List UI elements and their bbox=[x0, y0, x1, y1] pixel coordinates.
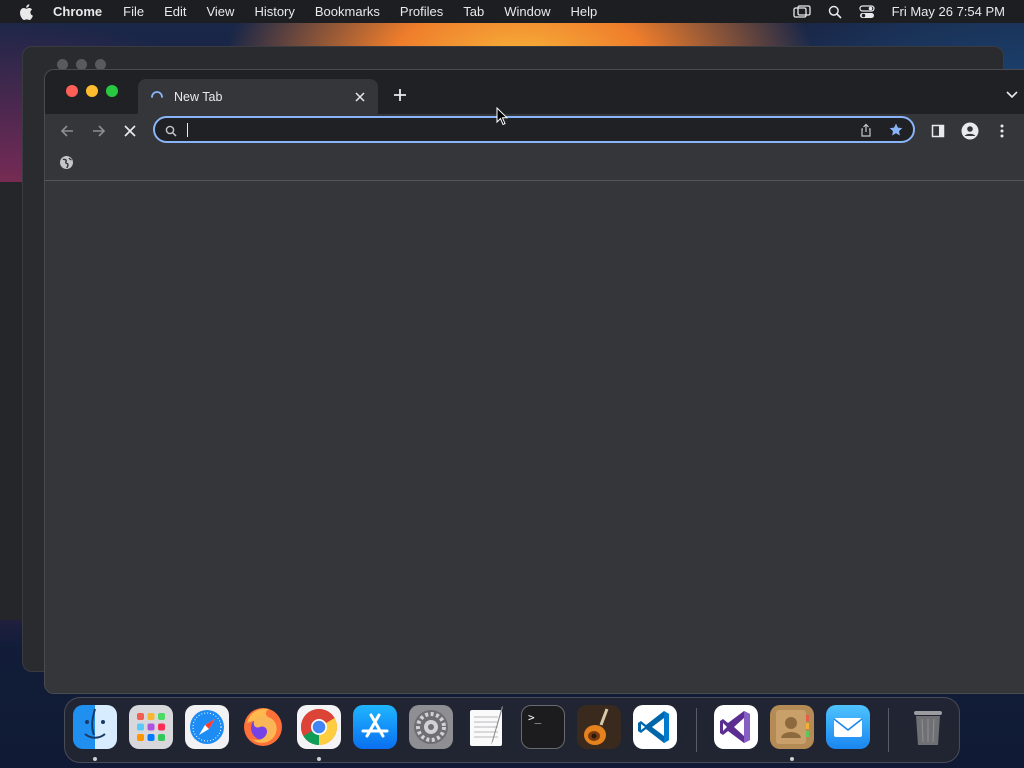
launchpad-icon[interactable] bbox=[129, 705, 173, 749]
screen-mirroring-icon[interactable] bbox=[792, 4, 811, 19]
forward-button[interactable] bbox=[90, 122, 108, 140]
close-window-button[interactable] bbox=[66, 85, 78, 97]
tab-search-chevron-icon[interactable] bbox=[1005, 88, 1019, 100]
close-tab-icon[interactable] bbox=[352, 89, 368, 105]
system-preferences-icon[interactable] bbox=[409, 705, 453, 749]
vscode-icon[interactable] bbox=[633, 705, 677, 749]
menu-bookmarks[interactable]: Bookmarks bbox=[315, 4, 380, 19]
garageband-icon[interactable] bbox=[577, 705, 621, 749]
browser-toolbar bbox=[45, 114, 1024, 146]
dock-separator-trash bbox=[888, 708, 889, 752]
control-center-icon[interactable] bbox=[858, 4, 875, 19]
bookmark-star-icon[interactable] bbox=[888, 122, 904, 138]
window-controls bbox=[66, 85, 118, 97]
visual-studio-icon[interactable] bbox=[714, 705, 758, 749]
trash-icon[interactable] bbox=[906, 705, 950, 749]
terminal-icon[interactable]: >_ bbox=[521, 705, 565, 749]
dock: >_ bbox=[64, 697, 960, 763]
chrome-icon[interactable] bbox=[297, 705, 341, 749]
finder-icon[interactable] bbox=[73, 705, 117, 749]
tab-title: New Tab bbox=[174, 89, 223, 104]
new-tab-button[interactable] bbox=[391, 86, 409, 104]
menu-window[interactable]: Window bbox=[504, 4, 550, 19]
finder-running-indicator bbox=[93, 757, 97, 761]
firefox-icon[interactable] bbox=[241, 705, 285, 749]
menu-view[interactable]: View bbox=[206, 4, 234, 19]
mail-icon[interactable] bbox=[826, 705, 870, 749]
textedit-icon[interactable] bbox=[465, 705, 509, 749]
menu-history[interactable]: History bbox=[254, 4, 294, 19]
menu-help[interactable]: Help bbox=[571, 4, 598, 19]
text-caret bbox=[187, 123, 188, 137]
more-menu-icon[interactable] bbox=[993, 122, 1011, 140]
tab-new-tab[interactable]: New Tab bbox=[138, 79, 378, 114]
menu-profiles[interactable]: Profiles bbox=[400, 4, 443, 19]
loading-spinner-icon bbox=[150, 90, 164, 104]
menu-tab[interactable]: Tab bbox=[463, 4, 484, 19]
apple-menu-icon[interactable] bbox=[19, 3, 37, 20]
tab-strip: New Tab bbox=[45, 70, 1024, 114]
spotlight-search-icon[interactable] bbox=[828, 5, 842, 19]
mouse-pointer-icon bbox=[496, 106, 509, 126]
menubar-clock[interactable]: Fri May 26 7:54 PM bbox=[892, 4, 1005, 19]
contacts-running-indicator bbox=[790, 757, 794, 761]
chrome-running-indicator bbox=[317, 757, 321, 761]
dock-separator bbox=[696, 708, 697, 752]
app-store-icon[interactable] bbox=[353, 705, 397, 749]
address-bar[interactable] bbox=[153, 116, 915, 143]
bookmarks-bar bbox=[45, 146, 1024, 181]
globe-bookmark-icon[interactable] bbox=[59, 155, 74, 170]
menu-file[interactable]: File bbox=[123, 4, 144, 19]
menu-edit[interactable]: Edit bbox=[164, 4, 186, 19]
back-button[interactable] bbox=[58, 122, 76, 140]
search-icon bbox=[165, 124, 177, 137]
share-icon[interactable] bbox=[859, 123, 873, 137]
chrome-window: New Tab bbox=[44, 69, 1024, 694]
page-content[interactable] bbox=[45, 181, 1024, 693]
menu-bar: Chrome File Edit View History Bookmarks … bbox=[0, 0, 1024, 23]
terminal-prompt: >_ bbox=[528, 711, 542, 724]
zoom-window-button[interactable] bbox=[106, 85, 118, 97]
minimize-window-button[interactable] bbox=[86, 85, 98, 97]
app-name-menu[interactable]: Chrome bbox=[53, 4, 102, 19]
safari-icon[interactable] bbox=[185, 705, 229, 749]
side-panel-icon[interactable] bbox=[929, 122, 947, 140]
profile-avatar-icon[interactable] bbox=[961, 122, 979, 140]
stop-loading-button[interactable] bbox=[121, 122, 139, 140]
contacts-icon[interactable] bbox=[770, 705, 814, 749]
